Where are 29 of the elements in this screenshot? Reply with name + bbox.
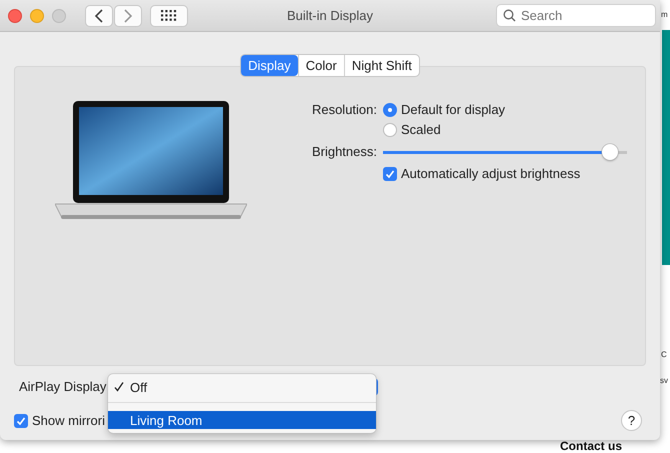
show-all-button[interactable]	[150, 4, 188, 26]
chevron-right-icon	[123, 8, 133, 22]
checkmark-icon	[385, 169, 395, 179]
field-label: Resolution:	[310, 101, 378, 119]
page-text-fragment: m	[661, 10, 668, 20]
search-field[interactable]: Search	[496, 4, 656, 27]
page-text-fragment: C	[661, 350, 667, 360]
checkmark-icon	[114, 382, 124, 392]
radio-option[interactable]: Default for display	[383, 101, 506, 119]
page-text-fragment: sv	[660, 376, 668, 386]
chevron-left-icon	[94, 8, 104, 22]
field-label: AirPlay Display	[19, 378, 106, 396]
back-button[interactable]	[85, 4, 113, 26]
menu-item[interactable]: Off	[108, 378, 376, 396]
search-icon	[503, 9, 516, 22]
checkmark-icon	[16, 416, 26, 426]
window-title: Built-in Display	[287, 8, 373, 23]
close-button[interactable]	[8, 8, 22, 22]
page-heading: Contact us	[560, 440, 622, 453]
tab[interactable]: Color	[298, 55, 344, 76]
tab[interactable]: Display	[241, 55, 298, 76]
menu-item[interactable]: Living Room	[108, 411, 376, 429]
checkbox[interactable]: Automatically adjust brightness	[383, 165, 580, 183]
field-label: Brightness:	[310, 143, 378, 161]
help-button[interactable]: ?	[621, 410, 642, 431]
minimize-button[interactable]	[30, 8, 44, 22]
grid-icon	[161, 10, 177, 22]
radio-option[interactable]: Scaled	[383, 121, 506, 139]
checkbox[interactable]: Show mirrori	[14, 412, 105, 430]
